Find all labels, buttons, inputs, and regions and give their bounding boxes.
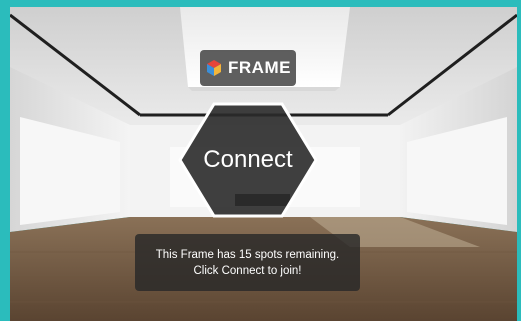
frame-logo-text: FRAME	[228, 58, 291, 77]
connect-button-label: Connect	[203, 146, 293, 173]
app-frame: FRAME Connect This Frame has 15 spots re…	[0, 0, 521, 321]
connect-button[interactable]: Connect	[178, 100, 318, 220]
frame-logo-badge: FRAME	[200, 50, 296, 86]
message-line-1: This Frame has 15 spots remaining.	[155, 248, 340, 261]
frame-cube-icon	[207, 60, 222, 76]
message-line-2: Click Connect to join!	[193, 264, 302, 277]
spots-remaining-message: This Frame has 15 spots remaining. Click…	[135, 234, 360, 291]
